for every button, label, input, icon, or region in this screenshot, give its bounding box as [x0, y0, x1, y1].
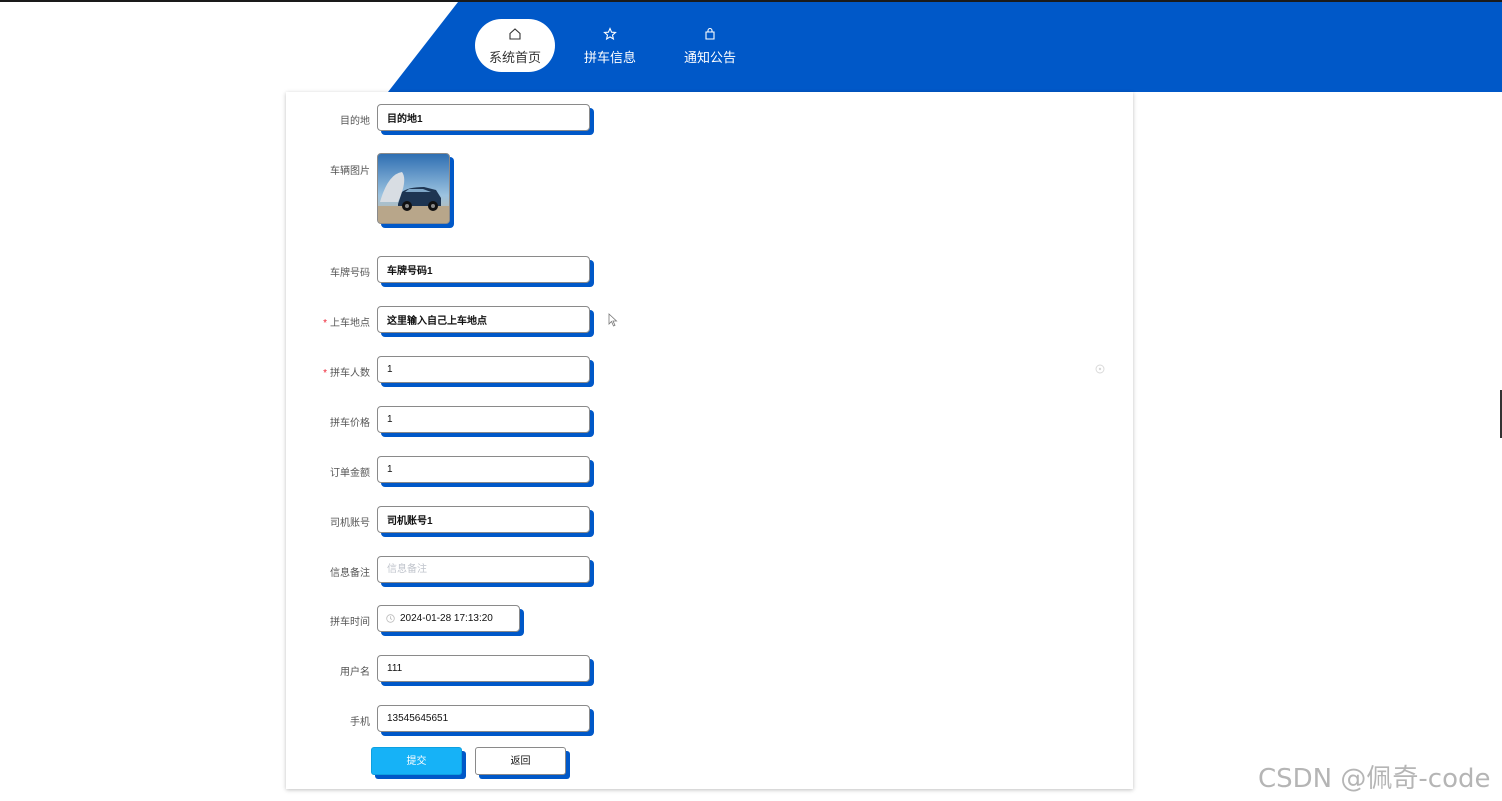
amount-input[interactable] — [377, 456, 590, 483]
back-button[interactable]: 返回 — [475, 747, 566, 775]
home-icon — [475, 27, 555, 45]
nav-item-carpool[interactable]: 拼车信息 — [570, 19, 650, 72]
time-label: 拼车时间 — [330, 617, 370, 628]
nav-item-label: 通知公告 — [683, 50, 736, 65]
window-top-border — [0, 0, 1502, 2]
nav-item-label: 拼车信息 — [583, 50, 636, 65]
phone-input[interactable] — [377, 705, 590, 732]
clock-icon — [386, 614, 395, 623]
passengers-label: * 拼车人数 — [323, 364, 370, 379]
pickup-input[interactable] — [377, 306, 590, 333]
pickup-label: * 上车地点 — [323, 314, 370, 329]
bag-icon — [670, 27, 750, 45]
pickup-label-text: 上车地点 — [330, 318, 370, 329]
suv-photo — [378, 154, 449, 223]
price-label: 拼车价格 — [330, 418, 370, 429]
plate-label: 车牌号码 — [330, 268, 370, 279]
top-nav-bar — [388, 2, 1502, 92]
nav-item-home[interactable]: 系统首页 — [475, 19, 555, 72]
username-input[interactable] — [377, 655, 590, 682]
required-mark: * — [323, 368, 327, 379]
nav-item-label: 系统首页 — [488, 50, 541, 65]
vehicle-image[interactable] — [377, 153, 450, 224]
remark-label: 信息备注 — [330, 568, 370, 579]
driver-label: 司机账号 — [330, 518, 370, 529]
required-mark: * — [323, 318, 327, 329]
nav-item-notice[interactable]: 通知公告 — [670, 19, 750, 72]
time-value: 2024-01-28 17:13:20 — [400, 613, 493, 624]
phone-label: 手机 — [350, 717, 370, 728]
time-picker[interactable]: 2024-01-28 17:13:20 — [377, 605, 520, 632]
clear-icon[interactable] — [1095, 364, 1105, 374]
price-input[interactable] — [377, 406, 590, 433]
submit-button[interactable]: 提交 — [371, 747, 462, 775]
amount-label: 订单金额 — [330, 468, 370, 479]
driver-input[interactable] — [377, 506, 590, 533]
vehicle-image-label: 车辆图片 — [330, 166, 370, 177]
destination-label: 目的地 — [340, 116, 370, 127]
watermark: CSDN @佩奇-code — [1258, 764, 1491, 794]
username-label: 用户名 — [340, 667, 370, 678]
star-icon — [570, 27, 650, 45]
mouse-cursor-icon — [608, 313, 618, 327]
passengers-input[interactable] — [377, 356, 590, 383]
plate-input[interactable] — [377, 256, 590, 283]
remark-input[interactable] — [377, 556, 590, 583]
destination-input[interactable] — [377, 104, 590, 131]
passengers-label-text: 拼车人数 — [330, 368, 370, 379]
